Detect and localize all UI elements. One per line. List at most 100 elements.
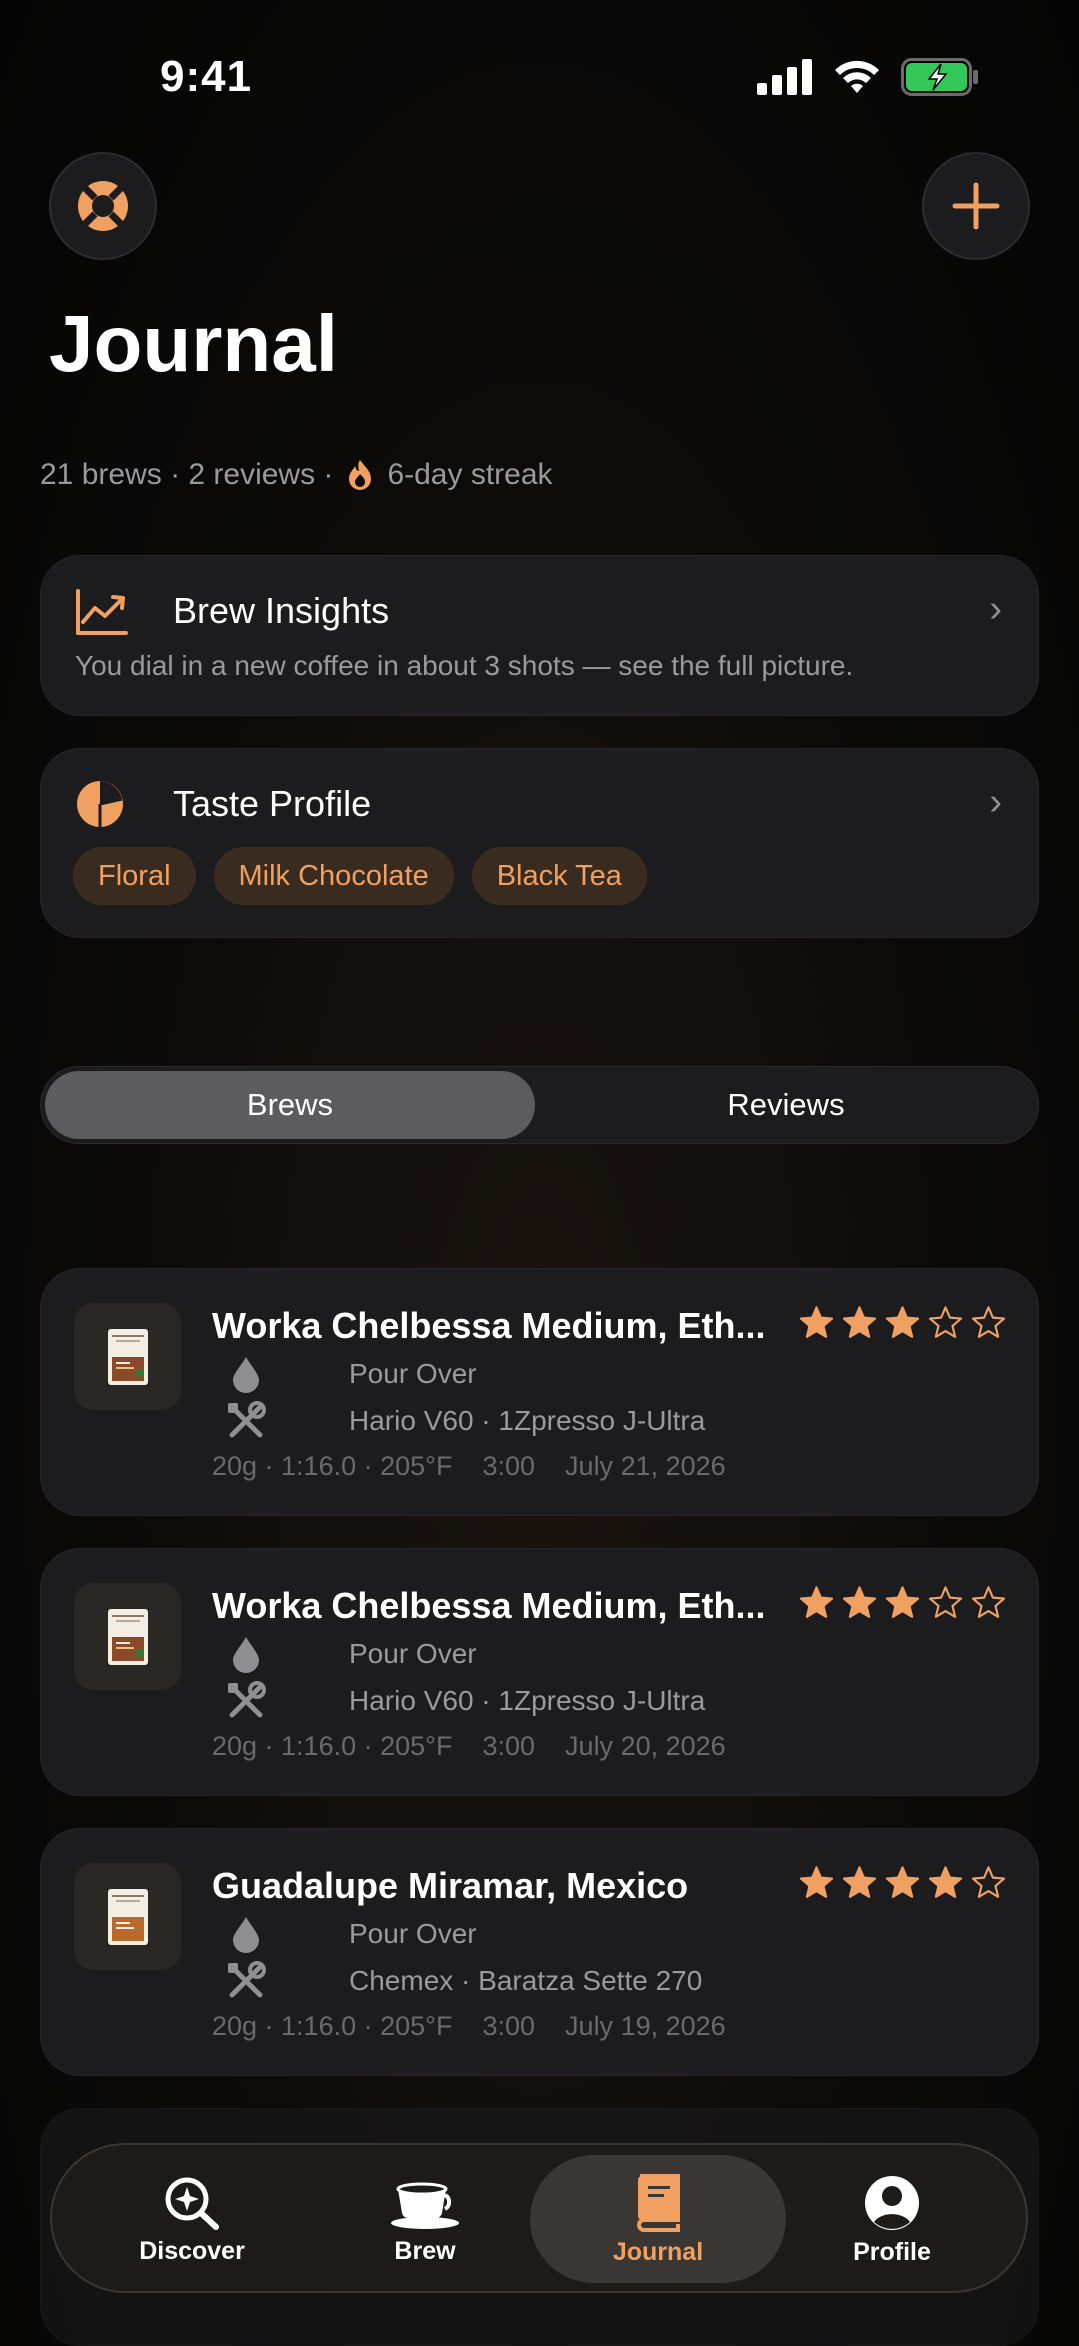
status-time: 9:41 [160,52,253,101]
insights-title: Brew Insights [173,590,390,631]
pie-chart-icon [77,781,123,827]
tab-brew[interactable]: Brew [310,2145,540,2295]
discover-search-icon [165,2177,219,2230]
coffee-bag-icon [107,1328,148,1385]
brew-params: 20g · 1:16.0 · 205°F [212,1451,453,1481]
status-icons [757,58,979,96]
star-filled-icon [799,1866,834,1898]
chevron-right-icon: › [989,588,1002,630]
tab-bar: Discover Brew Journal Profile [50,2143,1028,2293]
segment-brews[interactable]: Brews [45,1071,535,1139]
star-filled-icon [885,1586,920,1618]
taste-tags: Floral Milk Chocolate Black Tea [73,847,647,905]
taste-profile-card[interactable]: Taste Profile › Floral Milk Chocolate Bl… [40,748,1039,938]
page-title: Journal [49,299,338,388]
tab-profile-label: Profile [853,2237,931,2266]
brew-gear-row: Hario V60 · 1Zpresso J-Ultra [221,1401,705,1441]
coffee-cup-icon [391,2182,459,2229]
coffee-bag-thumbnail [74,1303,181,1410]
star-filled-icon [928,1866,963,1898]
brew-card[interactable]: Worka Chelbessa Medium, Eth... Pour Over… [40,1548,1039,1796]
star-empty-icon [971,1306,1006,1338]
star-rating [799,1305,1006,1339]
tab-discover[interactable]: Discover [77,2145,307,2295]
status-bar: 9:41 [0,0,1079,150]
brew-date: July 19, 2026 [565,2011,726,2041]
brew-name: Worka Chelbessa Medium, Eth... [212,1305,766,1346]
brew-method-row: Pour Over [221,1915,477,1953]
tab-discover-label: Discover [139,2236,245,2265]
profile-avatar-icon [865,2175,919,2230]
brews-reviews-segmented-control: Brews Reviews [40,1066,1039,1144]
brew-params-line: 20g · 1:16.0 · 205°F 3:00 July 20, 2026 [212,1731,726,1762]
brew-method: Pour Over [349,1918,477,1949]
brew-name: Worka Chelbessa Medium, Eth... [212,1585,766,1626]
chevron-right-icon: › [989,781,1002,823]
insights-subtitle: You dial in a new coffee in about 3 shot… [75,650,854,681]
star-filled-icon [842,1586,877,1618]
star-filled-icon [799,1306,834,1338]
brew-params: 20g · 1:16.0 · 205°F [212,1731,453,1761]
water-drop-icon [233,1637,259,1673]
tab-brew-label: Brew [394,2236,456,2265]
brew-params: 20g · 1:16.0 · 205°F [212,2011,453,2041]
water-drop-icon [233,1357,259,1393]
tab-profile[interactable]: Profile [777,2145,1007,2295]
taste-tag[interactable]: Milk Chocolate [213,847,454,905]
brew-date: July 20, 2026 [565,1731,726,1761]
wifi-icon [835,60,879,93]
brew-method-row: Pour Over [221,1355,477,1393]
coffee-bag-icon [107,1888,148,1945]
brew-params-line: 20g · 1:16.0 · 205°F 3:00 July 19, 2026 [212,2011,726,2042]
brew-insights-card[interactable]: Brew Insights › You dial in a new coffee… [40,555,1039,716]
coffee-bag-thumbnail [74,1863,181,1970]
tools-icon [228,1401,266,1438]
brew-gear: Hario V60 · 1Zpresso J-Ultra [349,1685,706,1716]
brew-method: Pour Over [349,1358,477,1389]
brew-time: 3:00 [482,1451,536,1481]
brew-method-row: Pour Over [221,1635,477,1673]
flame-icon [349,460,372,490]
star-empty-icon [928,1586,963,1618]
brew-gear: Hario V60 · 1Zpresso J-Ultra [349,1405,706,1436]
coffee-bag-icon [107,1608,148,1665]
taste-tag[interactable]: Black Tea [471,847,647,905]
coffee-bag-thumbnail [74,1583,181,1690]
segment-reviews[interactable]: Reviews [541,1071,1031,1139]
water-drop-icon [233,1917,259,1953]
streak-text: 6-day streak [387,458,553,491]
tab-journal-label: Journal [612,2237,704,2266]
taste-tag[interactable]: Floral [73,847,196,905]
stats-summary: 21 brews · 2 reviews · [40,458,334,491]
chart-line-icon [76,589,128,635]
star-filled-icon [799,1586,834,1618]
star-rating [799,1865,1006,1899]
brew-gear-row: Hario V60 · 1Zpresso J-Ultra [221,1681,705,1721]
star-empty-icon [928,1306,963,1338]
brew-name: Guadalupe Miramar, Mexico [212,1865,689,1906]
taste-title: Taste Profile [173,783,372,824]
star-empty-icon [971,1866,1006,1898]
brew-time: 3:00 [482,2011,536,2041]
star-rating [799,1585,1006,1619]
brew-date: July 21, 2026 [565,1451,726,1481]
brew-card[interactable]: Guadalupe Miramar, Mexico Pour Over Chem… [40,1828,1039,2076]
plus-icon [952,182,1000,230]
brew-time: 3:00 [482,1731,536,1761]
tools-icon [228,1961,266,1998]
signal-icon [757,59,812,95]
add-brew-button[interactable] [922,152,1030,260]
star-filled-icon [842,1306,877,1338]
star-filled-icon [842,1866,877,1898]
tools-icon [228,1681,266,1718]
star-empty-icon [971,1586,1006,1618]
star-filled-icon [885,1306,920,1338]
brew-card[interactable]: Worka Chelbessa Medium, Eth... Pour Over… [40,1268,1039,1516]
brew-gear: Chemex · Baratza Sette 270 [349,1965,703,1996]
help-button[interactable] [49,152,157,260]
star-filled-icon [885,1866,920,1898]
tab-journal[interactable]: Journal [543,2145,773,2295]
journal-stats: 21 brews · 2 reviews · 6-day streak [40,458,553,492]
battery-charging-icon [901,58,978,96]
brew-method: Pour Over [349,1638,477,1669]
